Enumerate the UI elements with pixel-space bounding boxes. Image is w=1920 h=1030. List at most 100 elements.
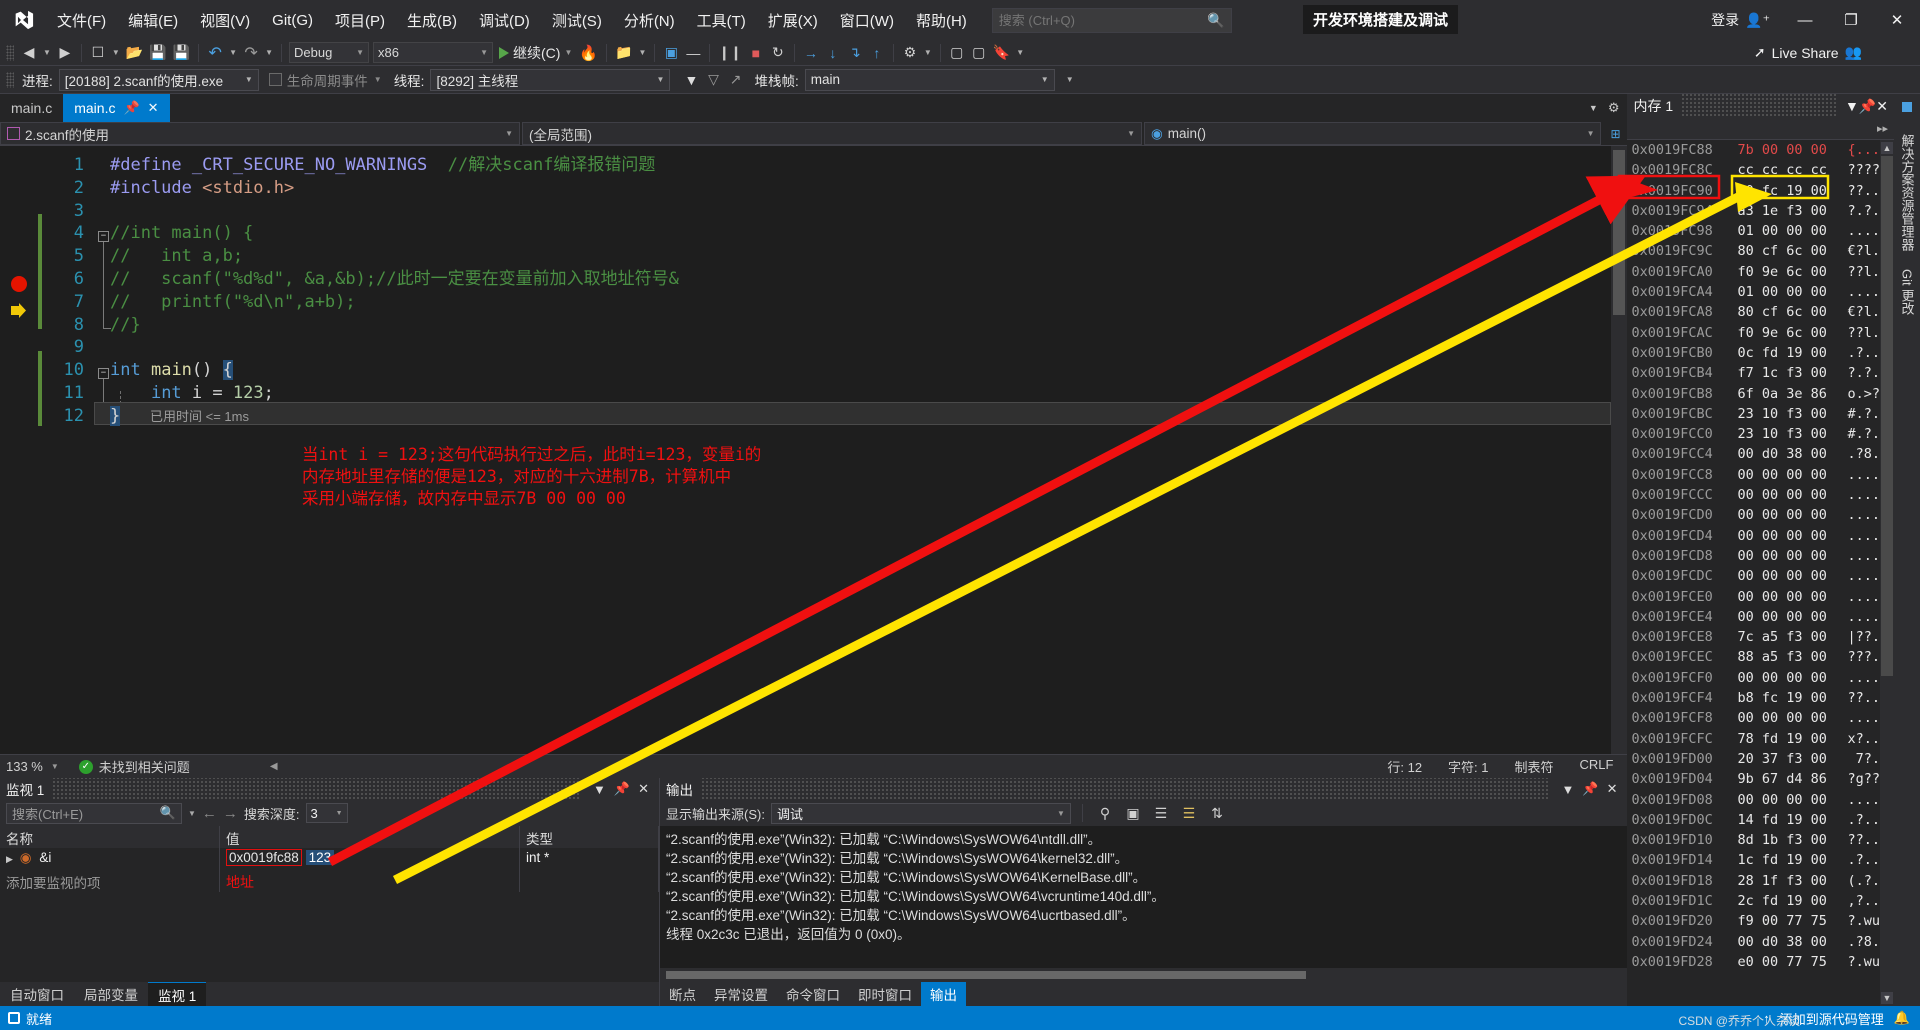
memory-rows[interactable]: 0x0019FC88 7b 00 00 00 {... 0x0019FC8C cc cc… (1627, 140, 1880, 1006)
breakpoint-icon[interactable] (11, 276, 27, 292)
memory-row[interactable]: 0x0019FCF4 b8 fc 19 00??.. (1631, 688, 1880, 708)
menu-project[interactable]: 项目(P) (324, 0, 396, 40)
panel-close-icon[interactable]: ✕ (1603, 781, 1622, 797)
zoom-level-combo[interactable]: 133 % ▼ (6, 759, 67, 774)
chevron-down-icon[interactable]: ▼ (374, 75, 382, 84)
tab-list-chevron-icon[interactable]: ▼ (1589, 103, 1598, 113)
diagnostic-tools-icon[interactable]: ⚙ (899, 42, 921, 64)
tab-command-window[interactable]: 命令窗口 (777, 982, 849, 1006)
code-text-area[interactable]: − − #define _CRT_SECURE_NO_WARNINGS //解决… (94, 146, 1627, 754)
flag-icon[interactable]: ▼ (680, 69, 702, 91)
watch-add-row[interactable]: 添加要监视的项 地址 (0, 870, 659, 892)
navigate-forward-icon[interactable]: ▶ (54, 42, 76, 64)
memory-row[interactable]: 0x0019FCE4 00 00 00 00.... (1631, 607, 1880, 627)
menu-help[interactable]: 帮助(H) (905, 0, 978, 40)
memory-row[interactable]: 0x0019FD14 1c fd 19 00.?.. (1631, 850, 1880, 870)
step-into-icon[interactable]: ↓ (822, 42, 844, 64)
watch-row-name-cell[interactable]: ▶ ◉ &i (0, 848, 220, 870)
output-horizontal-scrollbar[interactable] (660, 968, 1628, 982)
menu-edit[interactable]: 编辑(E) (117, 0, 189, 40)
step-over-icon[interactable]: ↴ (844, 42, 866, 64)
memory-row[interactable]: 0x0019FC88 7b 00 00 00 {... (1631, 140, 1880, 160)
memory-row[interactable]: 0x0019FD0C 14 fd 19 00.?.. (1631, 810, 1880, 830)
menu-window[interactable]: 窗口(W) (829, 0, 905, 40)
table-row[interactable]: ▶ ◉ &i 0x0019fc88 123 int * (0, 848, 659, 870)
memory-row[interactable]: 0x0019FCB8 6f 0a 3e 86 o.>? (1631, 384, 1880, 404)
editor-vertical-scrollbar[interactable] (1611, 146, 1628, 754)
memory-row[interactable]: 0x0019FCD8 00 00 00 00.... (1631, 546, 1880, 566)
stop-debugging-icon[interactable]: ■ (745, 42, 767, 64)
pin-icon[interactable]: 📌 (123, 100, 139, 116)
search-prev-icon[interactable]: ← (202, 805, 217, 822)
panel-close-icon[interactable]: ✕ (634, 781, 653, 797)
memory-row[interactable]: 0x0019FCF0 00 00 00 00.... (1631, 668, 1880, 688)
column-header-value[interactable]: 值 (220, 826, 520, 848)
menu-tools[interactable]: 工具(T) (686, 0, 757, 40)
memory-row[interactable]: 0x0019FCCC 00 00 00 00.... (1631, 485, 1880, 505)
undo-icon[interactable]: ↶ (204, 42, 226, 64)
solution-platform-combo[interactable]: x86 ▼ (373, 42, 493, 63)
breakpoint-margin[interactable] (0, 146, 38, 754)
undo-caret-icon[interactable]: ▼ (226, 48, 240, 57)
bookmark-caret-icon[interactable]: ▼ (1013, 48, 1027, 57)
save-icon[interactable]: 💾 (146, 42, 169, 64)
search-next-icon[interactable]: → (223, 805, 238, 822)
issues-indicator[interactable]: ✓ 未找到相关问题 (67, 757, 190, 776)
uncomment-icon[interactable]: ▢ (968, 42, 990, 64)
tab-output[interactable]: 输出 (921, 982, 966, 1006)
scroll-up-icon[interactable]: ▲ (1881, 142, 1893, 154)
scroll-down-icon[interactable]: ▼ (1881, 992, 1893, 1004)
output-text-area[interactable]: “2.scanf的使用.exe”(Win32): 已加载 “C:\Windows… (660, 826, 1628, 968)
toggle-autoscroll-icon[interactable]: ⇅ (1206, 802, 1228, 824)
minimize-button[interactable]: — (1782, 0, 1828, 40)
navigate-back-caret-icon[interactable]: ▼ (40, 48, 54, 57)
navbar-project-combo[interactable]: 2.scanf的使用 ▼ (0, 122, 520, 145)
memory-expand-icon[interactable]: ▸▸ (1877, 122, 1888, 135)
memory-row[interactable]: 0x0019FCB0 0c fd 19 00.?.. (1631, 343, 1880, 363)
find-message-icon[interactable]: ⚲ (1094, 802, 1116, 824)
panel-chevron-down-icon[interactable]: ▼ (589, 782, 610, 797)
continue-button[interactable]: 继续(C) ▼ (495, 43, 576, 63)
memory-row[interactable]: 0x0019FC90 b0 fc 19 00??.. (1631, 181, 1880, 201)
navbar-scope-combo[interactable]: (全局范围) ▼ (522, 122, 1142, 145)
toggle-wordwrap-icon[interactable]: ☰ (1150, 802, 1172, 824)
hot-reload-icon[interactable]: 🔥 (576, 42, 601, 64)
attach-process-icon[interactable]: 📁 (612, 42, 635, 64)
menu-extensions[interactable]: 扩展(X) (757, 0, 829, 40)
tab-main-c-active[interactable]: main.c 📌 ✕ (63, 94, 170, 122)
memory-row[interactable]: 0x0019FD24 00 d0 38 00 .?8. (1631, 932, 1880, 952)
memory-row[interactable]: 0x0019FD1C 2c fd 19 00,?.. (1631, 891, 1880, 911)
close-icon[interactable]: ✕ (148, 100, 159, 116)
expander-icon[interactable]: ▶ (6, 854, 16, 865)
tab-exception-settings[interactable]: 异常设置 (705, 982, 777, 1006)
filter-icon[interactable]: ▽ (702, 69, 724, 91)
memory-row[interactable]: 0x0019FD20 f9 00 77 75 ?.wu (1631, 911, 1880, 931)
memory-row[interactable]: 0x0019FCC8 00 00 00 00.... (1631, 465, 1880, 485)
live-share-button[interactable]: ➚ Live Share 👥 (1754, 44, 1862, 61)
comment-icon[interactable]: ▢ (946, 42, 968, 64)
panel-drag-dots[interactable] (52, 778, 582, 800)
memory-row[interactable]: 0x0019FC98 01 00 00 00.... (1631, 221, 1880, 241)
minimize-window-icon[interactable]: — (682, 42, 704, 64)
memory-vertical-scrollbar[interactable]: ▲ ▼ (1880, 140, 1894, 1006)
menu-build[interactable]: 生成(B) (396, 0, 468, 40)
solution-configuration-combo[interactable]: Debug ▼ (289, 42, 369, 63)
close-button[interactable]: ✕ (1874, 0, 1920, 40)
code-editor[interactable]: 1 234 567 8 9 10 11 12 − − #define _CRT_SEC… (0, 146, 1628, 754)
memory-row[interactable]: 0x0019FCDC 00 00 00 00.... (1631, 566, 1880, 586)
memory-row[interactable]: 0x0019FD00 20 37 f3 00 7?. (1631, 749, 1880, 769)
memory-row[interactable]: 0x0019FCFC 78 fd 19 00 x?.. (1631, 729, 1880, 749)
memory-row[interactable]: 0x0019FCD0 00 00 00 00.... (1631, 505, 1880, 525)
unflag-icon[interactable]: ↗ (724, 69, 746, 91)
memory-row[interactable]: 0x0019FCC0 23 10 f3 00 #.?. (1631, 424, 1880, 444)
memory-address-bar[interactable]: ▸▸ (1627, 118, 1894, 140)
lifecycle-events-checkbox[interactable] (268, 73, 282, 86)
editor-settings-gear-icon[interactable]: ⚙ (1608, 100, 1620, 116)
menu-analyze[interactable]: 分析(N) (613, 0, 686, 40)
menu-test[interactable]: 测试(S) (541, 0, 613, 40)
redo-caret-icon[interactable]: ▼ (262, 48, 276, 57)
tab-watch1[interactable]: 监视 1 (148, 982, 207, 1006)
scrollbar-thumb[interactable] (1613, 150, 1626, 315)
memory-row[interactable]: 0x0019FD18 28 1f f3 00 (.?. (1631, 871, 1880, 891)
menu-file[interactable]: 文件(F) (46, 0, 117, 40)
